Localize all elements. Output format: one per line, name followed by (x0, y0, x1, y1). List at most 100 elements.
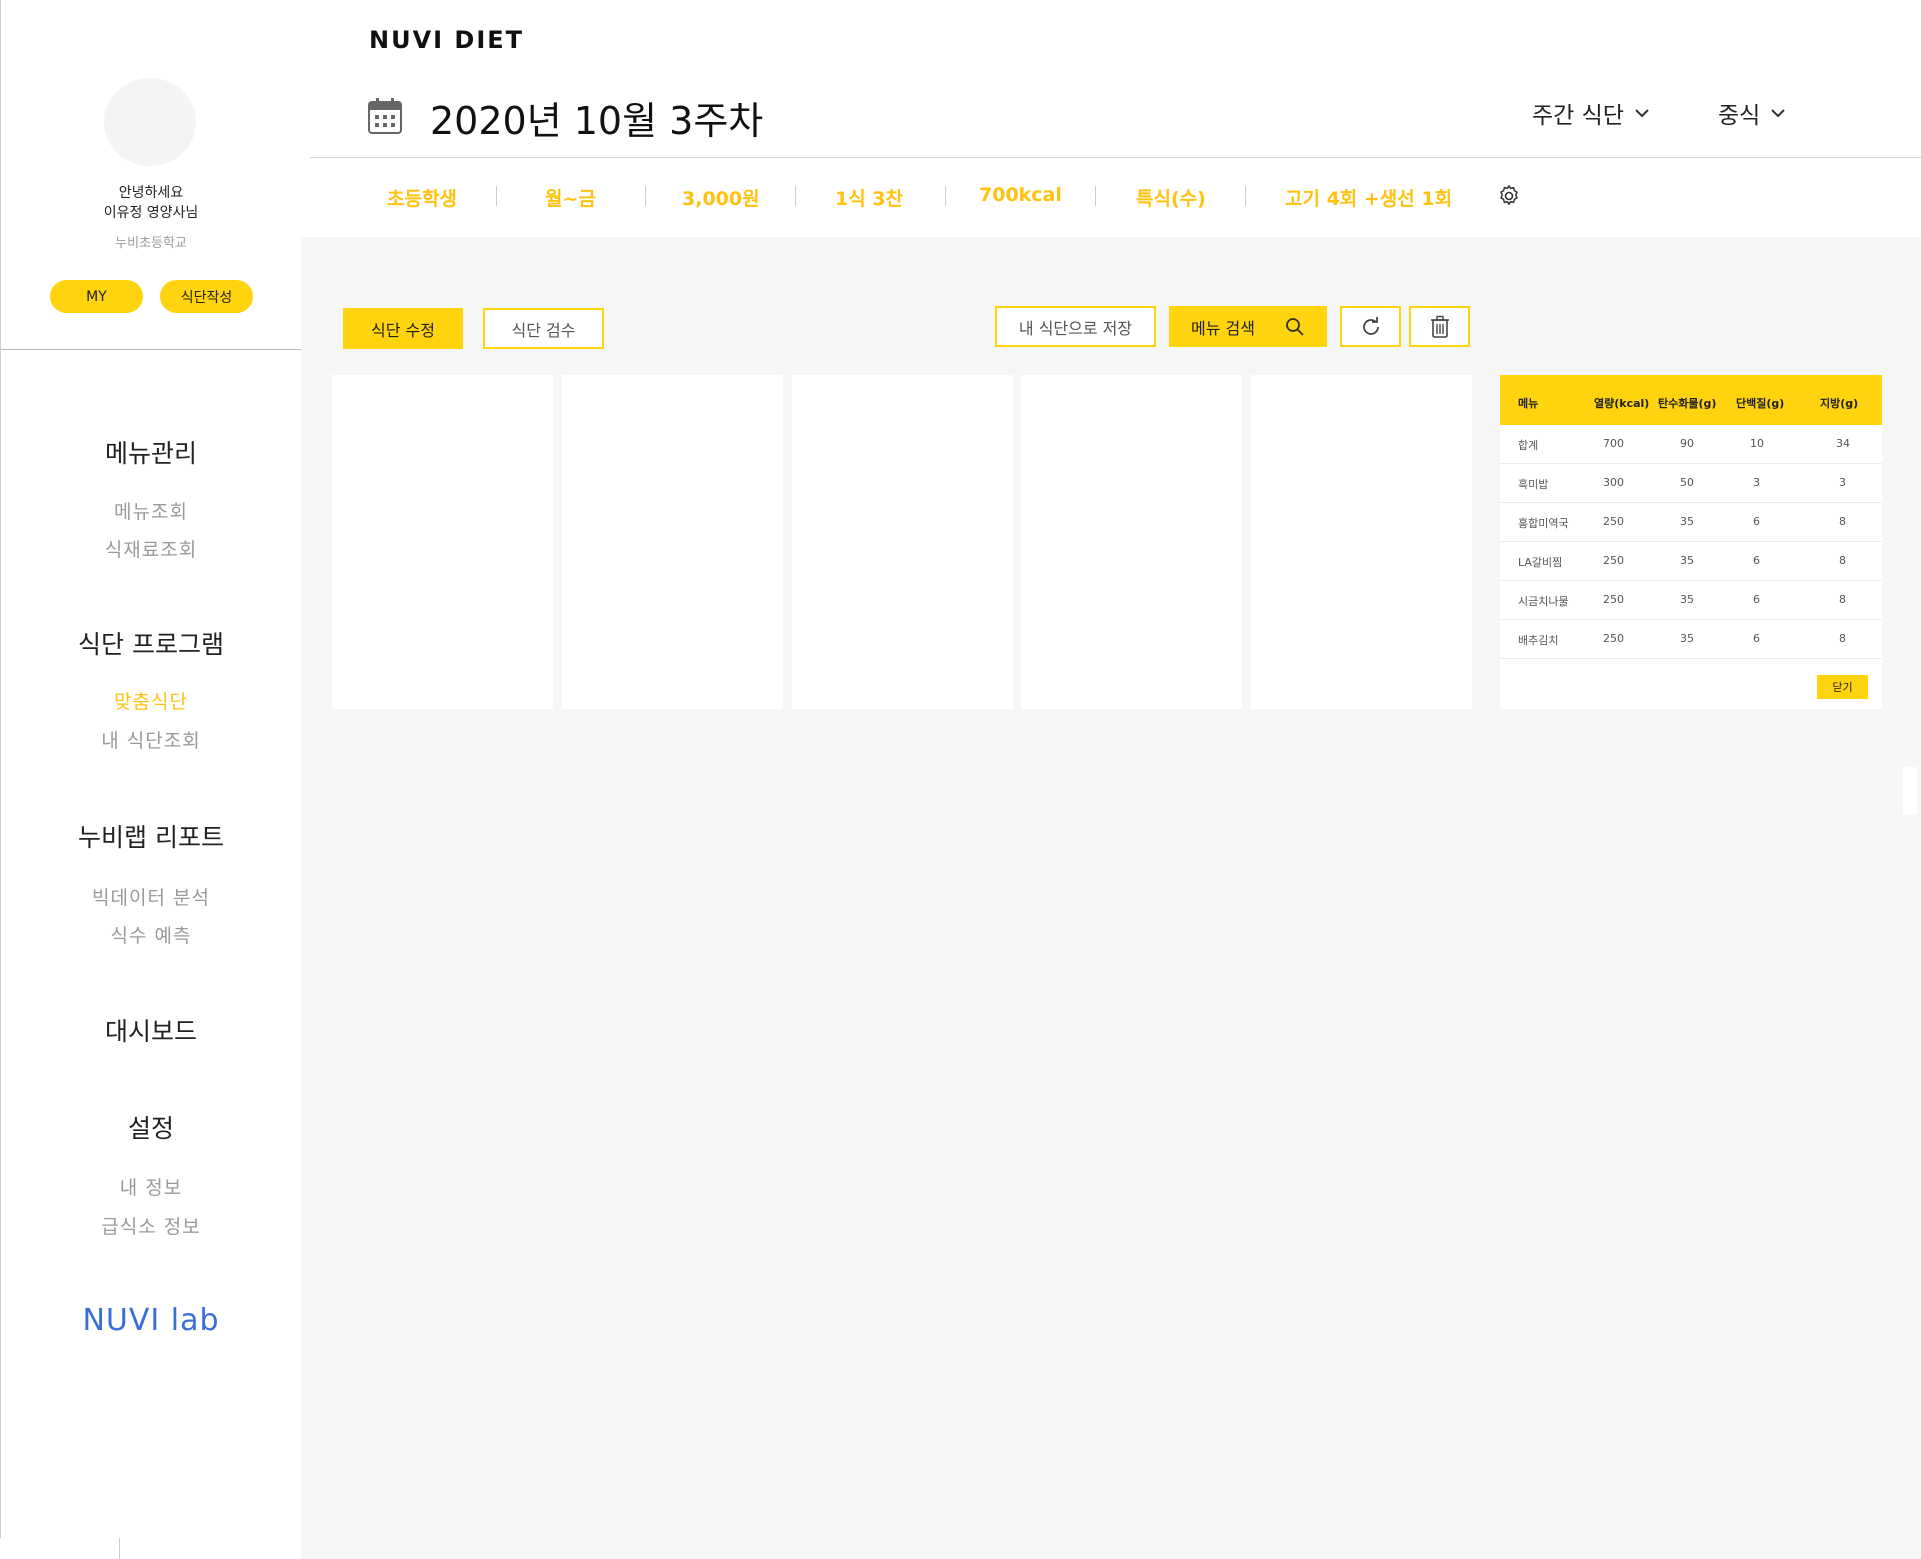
day-card-tue[interactable] (562, 375, 783, 709)
nav-heading-menu-management[interactable]: 메뉴관리 (1, 434, 301, 470)
nav-heading-diet-program[interactable]: 식단 프로그램 (1, 625, 301, 661)
menu-search-button[interactable]: 메뉴 검색 (1169, 306, 1327, 347)
nav-heading-report[interactable]: 누비랩 리포트 (1, 818, 301, 854)
save-my-diet-button[interactable]: 내 식단으로 저장 (995, 306, 1156, 347)
column-header: 메뉴 (1518, 397, 1539, 410)
app-title: NUVI DIET (369, 26, 525, 54)
filter-special[interactable]: 특식(수) (1136, 184, 1206, 211)
table-cell: 34 (1836, 437, 1850, 450)
table-cell: 35 (1680, 632, 1694, 645)
search-icon (1286, 317, 1304, 336)
meal-dropdown-label: 중식 (1718, 103, 1761, 129)
table-cell: 8 (1839, 554, 1846, 567)
table-cell: 50 (1680, 476, 1694, 489)
table-cell: 6 (1753, 593, 1760, 606)
close-button[interactable]: 닫기 (1817, 675, 1868, 699)
table-cell: 8 (1839, 632, 1846, 645)
column-header: 지방(g) (1820, 397, 1859, 410)
table-cell: 700 (1603, 437, 1624, 450)
filter-target[interactable]: 초등학생 (387, 184, 457, 211)
table-cell: 35 (1680, 515, 1694, 528)
filter-separator (1245, 186, 1246, 206)
nav-heading-dashboard[interactable]: 대시보드 (1, 1012, 301, 1048)
table-cell: 6 (1753, 554, 1760, 567)
day-card-wed[interactable] (792, 375, 1013, 709)
sidebar-bottom-edge (0, 1538, 120, 1559)
edit-diet-button[interactable]: 식단 수정 (343, 308, 463, 349)
table-cell: 3 (1753, 476, 1760, 489)
delete-button[interactable] (1409, 306, 1470, 347)
day-card-fri[interactable] (1251, 375, 1472, 709)
filter-separator (945, 186, 946, 206)
filter-separator (795, 186, 796, 206)
nav-item-ingredient-search[interactable]: 식재료조회 (1, 535, 301, 562)
table-cell: 90 (1680, 437, 1694, 450)
table-cell: 3 (1839, 476, 1846, 489)
calendar-icon[interactable] (368, 98, 402, 134)
table-row: 흑미밥 300 50 3 3 (1500, 464, 1882, 503)
nutrition-table-header: 메뉴 열량(kcal) 탄수화물(g) 단백질(g) 지방(g) (1500, 375, 1882, 425)
meal-dropdown[interactable]: 중식 (1718, 96, 1786, 130)
nav-item-bigdata[interactable]: 빅데이터 분석 (1, 883, 301, 910)
gear-icon[interactable] (1497, 184, 1521, 208)
table-cell: 배추김치 (1518, 634, 1559, 647)
user-name: 이유정 영양사님 (103, 205, 199, 221)
table-row: 배추김치 250 35 6 8 (1500, 620, 1882, 659)
table-cell: 250 (1603, 632, 1624, 645)
nav-item-menu-search[interactable]: 메뉴조회 (1, 497, 301, 524)
nav-heading-settings[interactable]: 설정 (1, 1109, 301, 1145)
chevron-down-icon (1771, 109, 1786, 118)
table-row: LA갈비찜 250 35 6 8 (1500, 542, 1882, 581)
review-diet-button[interactable]: 식단 검수 (483, 308, 604, 349)
table-cell: 흑미밥 (1518, 478, 1549, 491)
table-cell: 홍합미역국 (1518, 517, 1569, 530)
column-header: 열량(kcal) (1594, 397, 1650, 410)
view-dropdown-label: 주간 식단 (1532, 103, 1624, 129)
greeting-text: 안녕하세요 (118, 185, 184, 201)
refresh-icon (1362, 316, 1379, 335)
table-row: 홍합미역국 250 35 6 8 (1500, 503, 1882, 542)
my-button[interactable]: MY (50, 280, 143, 313)
school-name: 누비초등학교 (115, 236, 187, 251)
menu-search-label: 메뉴 검색 (1191, 318, 1255, 338)
table-cell: 250 (1603, 515, 1624, 528)
week-title: 2020년 10월 3주차 (430, 99, 764, 143)
nav-item-my-diet[interactable]: 내 식단조회 (1, 726, 301, 753)
write-diet-button[interactable]: 식단작성 (160, 280, 253, 313)
nuvi-lab-logo: NUVI lab (82, 1303, 220, 1338)
filter-calories[interactable]: 700kcal (979, 184, 1062, 206)
filter-meal-set[interactable]: 1식 3찬 (835, 184, 903, 211)
nav-item-forecast[interactable]: 식수 예측 (1, 921, 301, 948)
sidebar-divider (1, 349, 301, 350)
table-cell: 6 (1753, 632, 1760, 645)
view-dropdown[interactable]: 주간 식단 (1532, 96, 1650, 130)
filter-protein-count[interactable]: 고기 4회 +생선 1회 (1285, 184, 1452, 211)
filter-separator (496, 186, 497, 206)
filter-separator (1095, 186, 1096, 206)
nav-item-custom-diet[interactable]: 맞춤식단 (1, 687, 301, 714)
nav-item-my-info[interactable]: 내 정보 (1, 1173, 301, 1200)
trash-icon (1430, 315, 1449, 338)
scroll-handle[interactable] (1903, 767, 1917, 815)
day-card-thu[interactable] (1021, 375, 1242, 709)
table-cell: 6 (1753, 515, 1760, 528)
table-cell: 합계 (1518, 439, 1539, 452)
sidebar: 안녕하세요 이유정 영양사님 누비초등학교 MY 식단작성 메뉴관리 메뉴조회 … (0, 0, 301, 1538)
day-card-mon[interactable] (332, 375, 553, 709)
chevron-down-icon (1635, 109, 1649, 118)
refresh-button[interactable] (1340, 306, 1401, 347)
table-cell: 250 (1603, 554, 1624, 567)
table-cell: 250 (1603, 593, 1624, 606)
nav-item-cafeteria-info[interactable]: 급식소 정보 (1, 1212, 301, 1239)
avatar[interactable] (104, 78, 196, 166)
table-cell: 300 (1603, 476, 1624, 489)
table-cell: 8 (1839, 593, 1846, 606)
table-row: 합계 700 90 10 34 (1500, 425, 1882, 464)
table-cell: 35 (1680, 554, 1694, 567)
filter-price[interactable]: 3,000원 (682, 184, 760, 211)
table-cell: 시금치나물 (1518, 595, 1569, 608)
filter-days[interactable]: 월~금 (545, 184, 596, 211)
table-cell: 10 (1750, 437, 1764, 450)
column-header: 탄수화물(g) (1658, 397, 1717, 410)
column-header: 단백질(g) (1736, 397, 1785, 410)
